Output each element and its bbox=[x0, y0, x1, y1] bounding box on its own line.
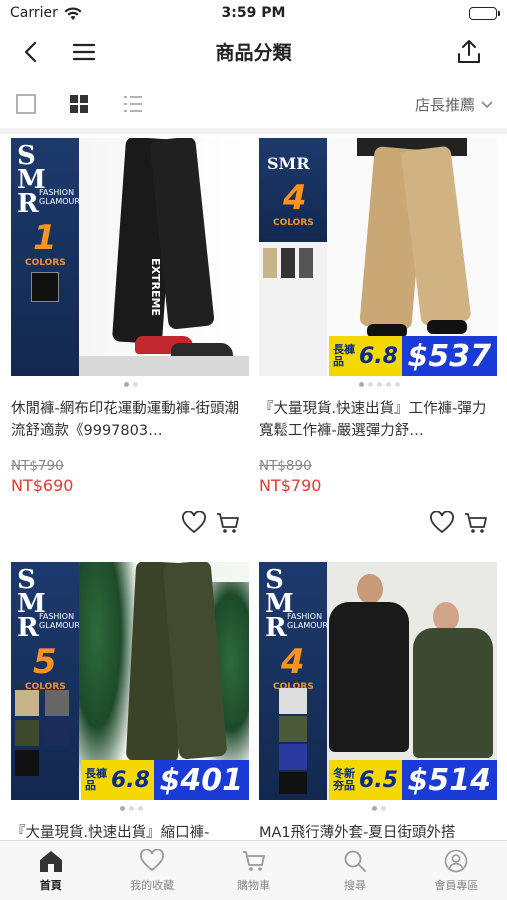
list-view-icon[interactable] bbox=[121, 92, 145, 116]
single-view-icon[interactable] bbox=[14, 92, 38, 116]
product-image[interactable]: SMR FASHION GLAMOUR 5 COLORS 長褲 品 6.8 $4… bbox=[11, 562, 249, 800]
promo-badge: 長褲品 6.8 $401 bbox=[81, 760, 249, 800]
color-count: 1 bbox=[33, 218, 57, 258]
promo-badge: 冬新 夯品 6.5 $514 bbox=[329, 760, 497, 800]
tab-cart[interactable]: 購物車 bbox=[203, 841, 304, 900]
view-toolbar: 店長推薦 bbox=[0, 82, 507, 126]
sort-label: 店長推薦 bbox=[414, 96, 475, 114]
product-card[interactable]: SMR FASHION GLAMOUR 1 COLORS EXTREME 休閒褲-… bbox=[11, 138, 251, 545]
grid-view-icon[interactable] bbox=[67, 92, 91, 116]
page-title: 商品分類 bbox=[215, 42, 292, 64]
tab-home[interactable]: 首頁 bbox=[0, 841, 101, 900]
color-count: 4 bbox=[283, 178, 307, 218]
sort-dropdown[interactable]: 店長推薦 bbox=[415, 94, 493, 115]
color-swatch bbox=[31, 272, 59, 302]
product-image[interactable]: SMR FASHION GLAMOUR 1 COLORS EXTREME bbox=[11, 138, 249, 376]
product-name[interactable]: 『大量現貨.快速出貨』縮口褲- bbox=[11, 822, 251, 840]
promo-price: $514 bbox=[401, 760, 497, 800]
chevron-down-icon bbox=[481, 100, 493, 108]
product-card[interactable]: SMR FASHION GLAMOUR 4 COLORS 冬新 夯品 6.5 $… bbox=[259, 562, 499, 840]
tab-member[interactable]: 會員專區 bbox=[406, 841, 507, 900]
battery-icon bbox=[469, 7, 500, 20]
colors-label: COLORS bbox=[25, 258, 66, 268]
promo-price: $401 bbox=[153, 760, 249, 800]
heart-icon bbox=[140, 849, 165, 872]
share-icon[interactable] bbox=[453, 36, 485, 68]
tab-search[interactable]: 搜尋 bbox=[304, 841, 405, 900]
add-to-cart-icon[interactable] bbox=[215, 511, 241, 539]
brand-panel: SMR 4 COLORS bbox=[259, 138, 327, 242]
search-icon bbox=[344, 850, 366, 872]
product-name[interactable]: 『大量現貨.快速出貨』工作褲-彈力寬鬆工作褲-嚴選彈力舒… bbox=[259, 398, 499, 442]
product-image[interactable]: SMR 4 COLORS 長褲品 6.8 $537 bbox=[259, 138, 497, 376]
cart-icon bbox=[242, 851, 265, 871]
image-pager bbox=[11, 800, 251, 816]
product-card[interactable]: SMR FASHION GLAMOUR 5 COLORS 長褲 品 6.8 $4… bbox=[11, 562, 251, 840]
favorite-heart-icon[interactable] bbox=[429, 510, 455, 539]
home-icon bbox=[39, 851, 62, 872]
sale-price: NT$790 bbox=[259, 476, 322, 495]
colors-label: COLORS bbox=[273, 218, 314, 228]
add-to-cart-icon[interactable] bbox=[463, 511, 489, 539]
promo-badge: 長褲品 6.8 $537 bbox=[329, 336, 497, 376]
product-card[interactable]: SMR 4 COLORS 長褲品 6.8 $537 『大量現貨.快速出貨』工作褲… bbox=[259, 138, 499, 545]
promo-price: $537 bbox=[401, 336, 497, 376]
product-name[interactable]: 休閒褲-網布印花運動運動褲-街頭潮流舒適款《9997803… bbox=[11, 398, 251, 442]
product-grid: SMR FASHION GLAMOUR 1 COLORS EXTREME 休閒褲-… bbox=[0, 134, 507, 840]
sale-price: NT$690 bbox=[11, 476, 74, 495]
tab-favorites[interactable]: 我的收藏 bbox=[101, 841, 202, 900]
app-root: Carrier 3:59 PM 商品分類 店長推薦 S M R FASHION … bbox=[0, 0, 507, 900]
image-pager bbox=[259, 800, 499, 816]
original-price: NT$790 bbox=[11, 458, 64, 474]
product-name[interactable]: MA1飛行薄外套-夏日街頭外搭 bbox=[259, 822, 499, 840]
tab-bar: 首頁 我的收藏 購物車 搜尋 會員專區 bbox=[0, 840, 507, 900]
user-icon bbox=[445, 849, 468, 873]
image-pager bbox=[11, 376, 251, 392]
brand-panel: SMR FASHION GLAMOUR 1 COLORS bbox=[11, 138, 80, 376]
original-price: NT$890 bbox=[259, 458, 312, 474]
product-image[interactable]: SMR FASHION GLAMOUR 4 COLORS 冬新 夯品 6.5 $… bbox=[259, 562, 497, 800]
status-bar: Carrier 3:59 PM bbox=[0, 0, 507, 28]
product-photo: EXTREME bbox=[79, 138, 249, 376]
brand-logo: SMR bbox=[267, 154, 310, 173]
brand-panel: SMR FASHION GLAMOUR 4 COLORS bbox=[259, 562, 328, 800]
nav-bar: 商品分類 bbox=[0, 28, 507, 76]
image-pager bbox=[259, 376, 499, 392]
color-count: 5 bbox=[33, 642, 57, 682]
favorite-heart-icon[interactable] bbox=[181, 510, 207, 539]
brand-panel: SMR FASHION GLAMOUR 5 COLORS bbox=[11, 562, 80, 800]
color-count: 4 bbox=[281, 642, 305, 682]
clock: 3:59 PM bbox=[221, 5, 286, 21]
